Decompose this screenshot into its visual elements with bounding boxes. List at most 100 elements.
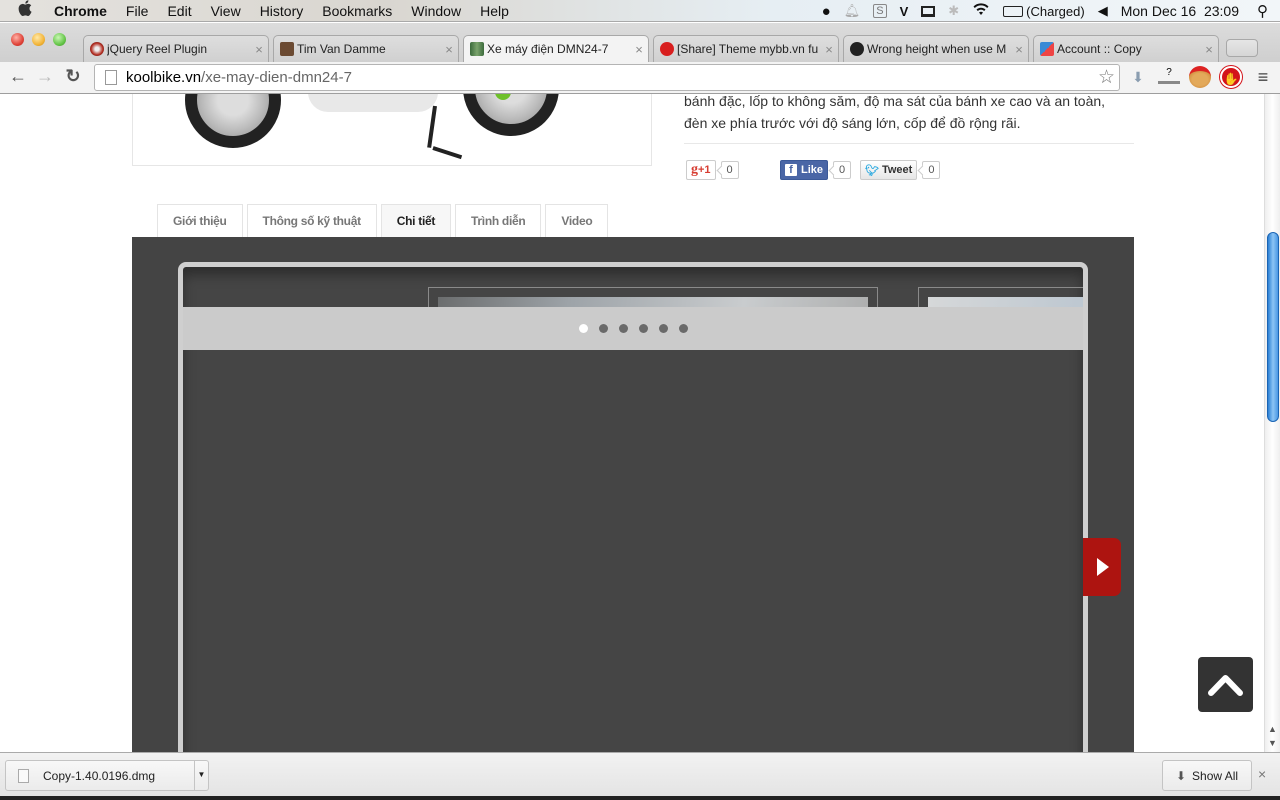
kickstand <box>427 105 437 148</box>
tab-close-icon[interactable]: × <box>250 42 268 57</box>
tab-thong-so-ky-thuat[interactable]: Thông số kỹ thuật <box>246 204 377 237</box>
cookie-santa-extension-icon[interactable] <box>1189 66 1211 88</box>
tab-trinh-dien[interactable]: Trình diễn <box>455 204 542 237</box>
rear-wheel <box>185 94 281 148</box>
clock[interactable]: Mon Dec 16 23:09 <box>1121 3 1239 19</box>
menu-history[interactable]: History <box>260 3 304 19</box>
facebook-share: f Like 0 <box>780 160 852 180</box>
tab-close-icon[interactable]: × <box>630 42 648 57</box>
v-icon[interactable]: V <box>900 4 909 19</box>
back-to-top-button[interactable] <box>1198 657 1253 712</box>
like-count: 0 <box>833 161 852 179</box>
product-image[interactable] <box>132 94 652 166</box>
browser-tab[interactable]: jQuery Reel Plugin × <box>83 35 269 62</box>
download-shelf: Copy-1.40.0196.dmg ▼ ⬇ Show All × <box>0 752 1280 796</box>
download-file-name: Copy-1.40.0196.dmg <box>43 768 156 783</box>
address-bar[interactable]: koolbike.vn/xe-may-dien-dmn24-7 ☆ <box>94 64 1120 91</box>
tab-chi-tiet[interactable]: Chi tiết <box>380 204 452 237</box>
bluetooth-icon[interactable]: ✱ <box>948 3 959 19</box>
battery-icon[interactable] <box>1003 5 1024 17</box>
page-scrollbar[interactable]: ▲ ▼ <box>1264 94 1280 752</box>
carousel-dot[interactable] <box>658 324 668 333</box>
back-button[interactable]: ← <box>8 66 28 87</box>
window-zoom-button[interactable] <box>53 33 66 46</box>
carousel-dot[interactable] <box>578 324 588 333</box>
carousel-dot[interactable] <box>618 324 628 333</box>
mybb-flag-favicon <box>660 42 674 56</box>
volume-icon[interactable]: ◀ <box>1098 3 1108 19</box>
scrollbar-thumb[interactable] <box>1267 232 1279 422</box>
unknown-extension-icon[interactable]: ? <box>1158 66 1180 84</box>
tab-title: jQuery Reel Plugin <box>107 42 208 56</box>
forward-button[interactable]: → <box>35 66 55 87</box>
carousel-pagination <box>183 307 1083 350</box>
twitter-share: 🐦︎ Tweet 0 <box>860 160 941 180</box>
browser-tab[interactable]: Wrong height when use M × <box>843 35 1029 62</box>
carousel-dot[interactable] <box>598 324 608 333</box>
carousel-dot[interactable] <box>638 324 648 333</box>
wifi-icon[interactable] <box>972 3 990 19</box>
s-shield-icon[interactable]: S <box>873 4 887 18</box>
github-favicon <box>850 42 864 56</box>
tab-close-icon[interactable]: × <box>820 42 838 57</box>
divider <box>684 143 1134 144</box>
apple-menu-icon[interactable] <box>18 0 36 21</box>
tweet-button[interactable]: 🐦︎ Tweet <box>860 160 918 180</box>
browser-tab[interactable]: Account :: Copy × <box>1033 35 1219 62</box>
scooter-chassis <box>308 94 438 112</box>
tab-video[interactable]: Video <box>545 204 609 237</box>
new-tab-button[interactable] <box>1226 39 1258 57</box>
spotlight-icon[interactable]: ⚲ <box>1257 2 1268 20</box>
menu-help[interactable]: Help <box>480 3 509 19</box>
file-icon <box>18 768 29 783</box>
tab-close-icon[interactable]: × <box>1200 42 1218 57</box>
detail-panel <box>132 237 1134 752</box>
bell-icon[interactable]: 🔔︎ <box>844 3 861 19</box>
gplus-button[interactable]: g +1 <box>686 160 716 180</box>
download-item[interactable]: Copy-1.40.0196.dmg ▼ <box>5 760 209 791</box>
tab-gioi-thieu[interactable]: Giới thiệu <box>157 204 243 237</box>
web-page: bánh đặc, lốp to không săm, độ ma sát củ… <box>0 94 1264 752</box>
like-label: Like <box>801 164 824 176</box>
battery-status: (Charged) <box>1026 3 1085 19</box>
menu-bookmarks[interactable]: Bookmarks <box>322 3 392 19</box>
scroll-up-arrow[interactable]: ▲ <box>1268 724 1277 734</box>
close-shelf-icon[interactable]: × <box>1258 766 1266 782</box>
bookmark-star-icon[interactable]: ☆ <box>1098 66 1115 89</box>
tim-van-damme-favicon <box>280 42 294 56</box>
notification-drop-icon[interactable]: ● <box>822 3 831 20</box>
download-blocked-extension-icon[interactable]: ⬇ <box>1127 66 1149 88</box>
chevron-up-icon <box>1208 675 1243 696</box>
scroll-down-arrow[interactable]: ▼ <box>1268 738 1277 748</box>
tab-close-icon[interactable]: × <box>1010 42 1028 57</box>
gplus-count: 0 <box>720 161 739 179</box>
copy-favicon <box>1040 42 1054 56</box>
browser-tab[interactable]: [Share] Theme mybb.vn fu × <box>653 35 839 62</box>
adblock-extension-icon[interactable]: ✋ <box>1220 66 1242 88</box>
menu-file[interactable]: File <box>126 3 149 19</box>
gplus-share: g +1 0 <box>686 160 739 180</box>
chrome-menu-icon[interactable]: ≡ <box>1252 66 1274 88</box>
window-close-button[interactable] <box>11 33 24 46</box>
menu-chrome[interactable]: Chrome <box>54 3 107 19</box>
facebook-like-button[interactable]: f Like <box>780 160 829 180</box>
browser-tab[interactable]: Tim Van Damme × <box>273 35 459 62</box>
window-minimize-button[interactable] <box>32 33 45 46</box>
carousel-dot[interactable] <box>678 324 688 333</box>
koolbike-favicon <box>470 42 484 56</box>
menu-window[interactable]: Window <box>411 3 461 19</box>
url-path: /xe-may-dien-dmn24-7 <box>201 69 352 86</box>
download-menu-caret[interactable]: ▼ <box>194 761 208 790</box>
product-description: bánh đặc, lốp to không săm, độ ma sát củ… <box>684 94 1134 134</box>
browser-tab-active[interactable]: Xe máy điện DMN24-7 × <box>463 35 649 62</box>
tab-close-icon[interactable]: × <box>440 42 458 57</box>
menu-view[interactable]: View <box>211 3 241 19</box>
tweet-label: Tweet <box>881 164 913 176</box>
reload-button[interactable]: ↻ <box>63 66 83 87</box>
twitter-bird-icon: 🐦︎ <box>865 164 879 177</box>
show-all-downloads-button[interactable]: ⬇ Show All <box>1162 760 1252 791</box>
display-icon[interactable] <box>921 5 936 17</box>
kickstand-foot <box>432 146 463 160</box>
menu-edit[interactable]: Edit <box>167 3 191 19</box>
carousel-next-button[interactable] <box>1083 538 1121 596</box>
